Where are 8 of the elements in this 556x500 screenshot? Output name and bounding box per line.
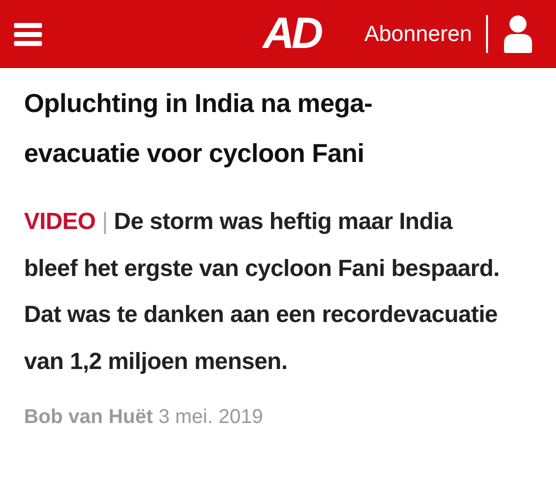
account-icon[interactable]	[502, 14, 534, 52]
logo[interactable]: AD	[262, 12, 320, 56]
author-name: Bob van Huët	[24, 406, 153, 428]
article-title: Opluchting in India na mega-evacuatie voor cycloon Fani	[24, 87, 374, 170]
article-lede: VIDEO | De storm was heftig maar India bleef het ergste van cycloon Fani bespaard. Dat was te danken aan een recordevacuatie van 1,2 miljoen mensen.	[24, 207, 501, 376]
subscribe-link[interactable]: Abonneren	[364, 20, 472, 46]
menu-icon[interactable]	[14, 22, 42, 46]
publish-date: 3 mei. 2019	[158, 406, 263, 428]
